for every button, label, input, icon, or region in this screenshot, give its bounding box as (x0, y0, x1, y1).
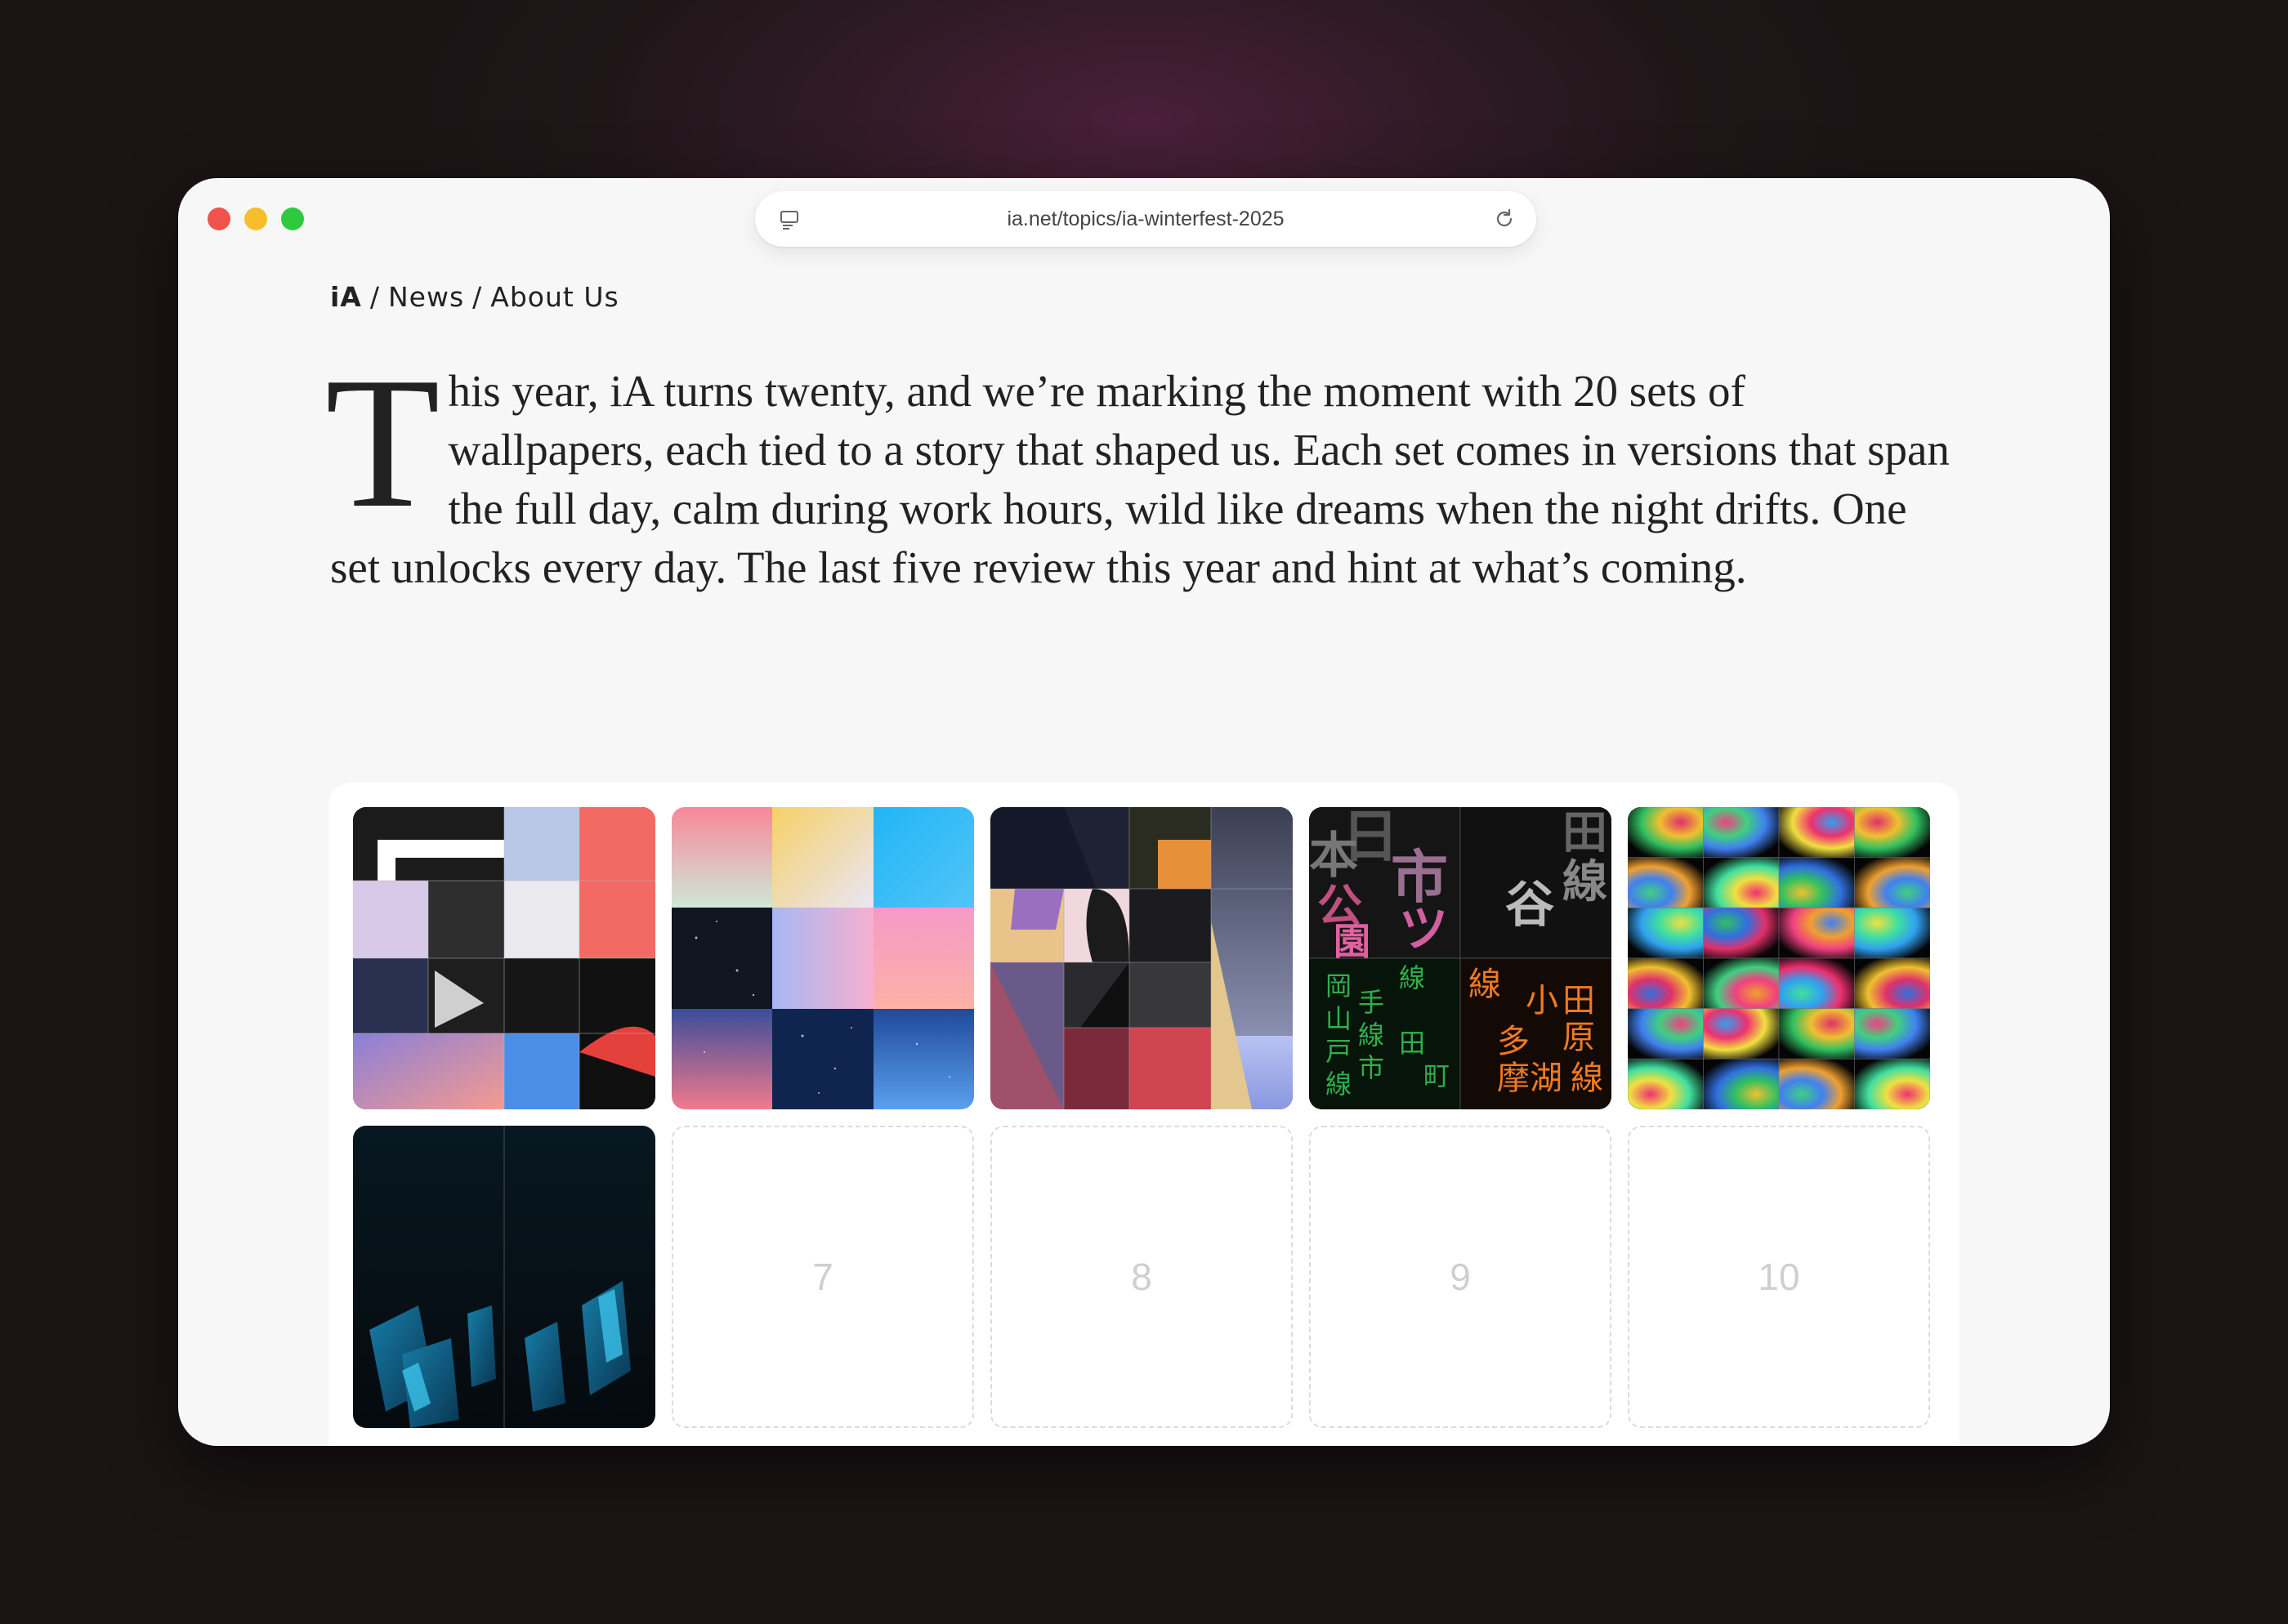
url-text: ia.net/topics/ia-winterfest-2025 (1007, 207, 1285, 230)
wallpaper-grid: 日 市 ツ 本 公 園 谷 田 線 岡山戸線 手線市 線田町 線 小 田 原 多… (328, 783, 1960, 1446)
svg-text:市: 市 (1358, 1052, 1384, 1083)
dropcap: T (325, 338, 440, 547)
kanji-10: 小 (1526, 982, 1558, 1019)
svg-text:田: 田 (1399, 1028, 1425, 1059)
kanji-6b: 線 (1468, 966, 1501, 1003)
breadcrumb-ia[interactable]: iA (330, 281, 362, 313)
kanji-7: 本 (1309, 828, 1358, 885)
kanji-5b: 田 (1562, 982, 1595, 1019)
svg-text:山: 山 (1325, 1003, 1352, 1034)
locked-set-9: 9 (1309, 1126, 1611, 1428)
wallpaper-set-4[interactable]: 日 市 ツ 本 公 園 谷 田 線 岡山戸線 手線市 線田町 線 小 田 原 多… (1309, 807, 1611, 1109)
locked-set-number: 8 (1131, 1256, 1152, 1298)
locked-set-number: 10 (1758, 1256, 1800, 1298)
svg-text:岡: 岡 (1325, 970, 1352, 1002)
kanji-11: 原 (1562, 1019, 1595, 1056)
close-button[interactable] (208, 207, 230, 230)
reload-icon[interactable] (1494, 208, 1515, 233)
locked-set-7: 7 (672, 1126, 974, 1428)
wallpaper-set-5[interactable] (1628, 807, 1930, 1109)
svg-text:線: 線 (1325, 1069, 1352, 1100)
svg-text:戸: 戸 (1325, 1036, 1352, 1067)
svg-text:町: 町 (1423, 1060, 1450, 1091)
breadcrumb: iA / News / About Us (330, 281, 619, 313)
svg-text:線: 線 (1399, 962, 1425, 993)
wallpaper-set-1[interactable] (353, 807, 655, 1109)
wallpaper-set-3[interactable] (990, 807, 1293, 1109)
breadcrumb-news[interactable]: News (388, 281, 464, 313)
wallpaper-set-2[interactable] (672, 807, 974, 1109)
kanji-12: 多 (1497, 1023, 1530, 1060)
kanji-13: 摩 (1497, 1060, 1530, 1097)
breadcrumb-about[interactable]: About Us (490, 281, 619, 313)
locked-set-number: 7 (812, 1256, 833, 1298)
svg-text:線: 線 (1358, 1019, 1384, 1051)
kanji-3: ツ (1399, 901, 1448, 958)
kanji-6: 線 (1562, 855, 1607, 908)
wallpaper-set-6[interactable] (353, 1126, 655, 1428)
intro-paragraph: This year, iA turns twenty, and we’re ma… (325, 349, 1956, 597)
minimize-button[interactable] (244, 207, 267, 230)
kanji-6c: 線 (1571, 1060, 1603, 1097)
address-bar[interactable]: ia.net/topics/ia-winterfest-2025 (755, 191, 1536, 247)
window-controls (208, 207, 304, 230)
browser-window: ia.net/topics/ia-winterfest-2025 iA / News… (178, 178, 2110, 1446)
kanji-4: 谷 (1505, 877, 1554, 934)
kanji-5: 田 (1562, 807, 1607, 859)
kanji-14: 湖 (1530, 1060, 1562, 1097)
locked-set-number: 9 (1450, 1256, 1471, 1298)
intro-text: his year, iA turns twenty, and we’re mar… (330, 366, 1950, 592)
svg-text:手: 手 (1358, 987, 1384, 1018)
zoom-button[interactable] (281, 207, 304, 230)
kanji-9: 園 (1334, 920, 1370, 963)
locked-set-10: 10 (1628, 1126, 1930, 1428)
locked-set-8: 8 (990, 1126, 1293, 1428)
